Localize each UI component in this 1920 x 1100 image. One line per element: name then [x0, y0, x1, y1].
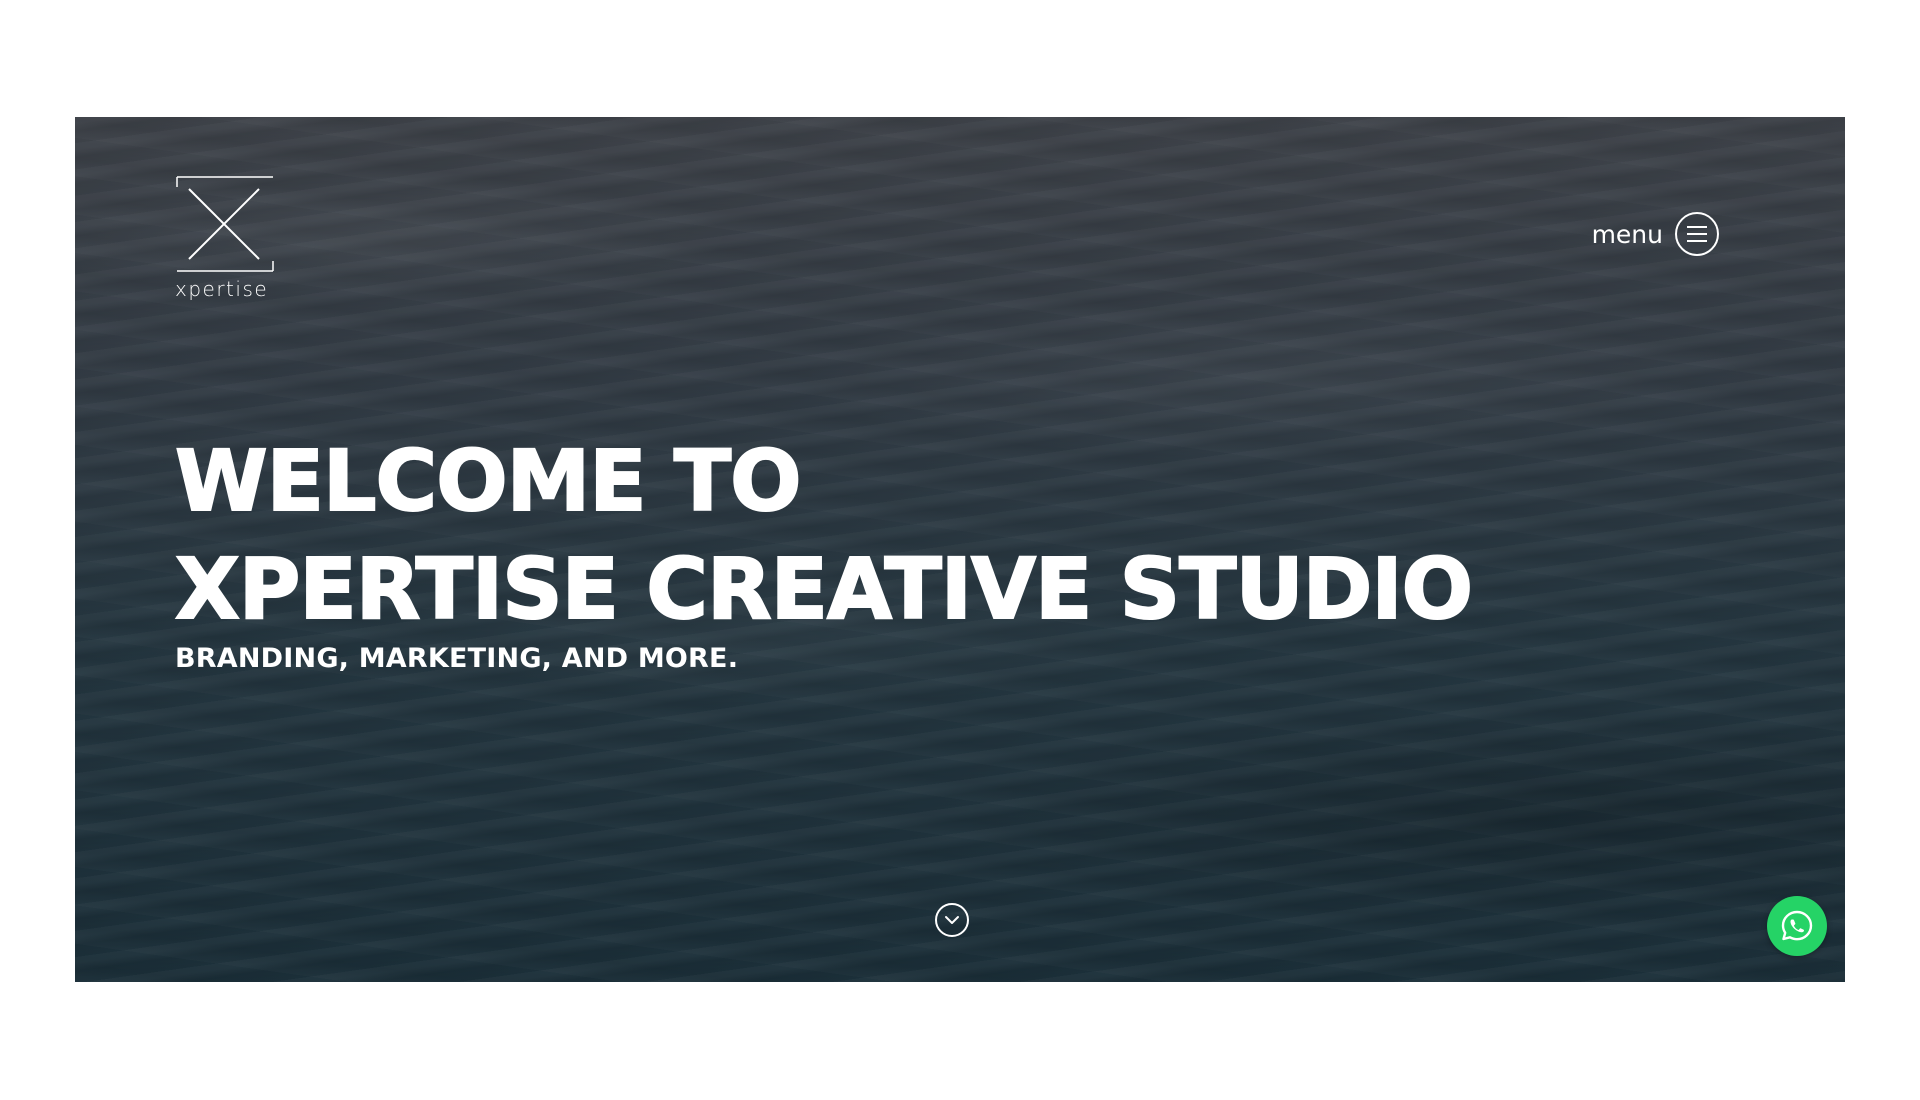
headline-line-1: WELCOME TO [174, 431, 803, 531]
whatsapp-button[interactable] [1767, 896, 1827, 956]
chevron-down-circle-icon [945, 916, 959, 924]
headline-line-2: XPERTISE CREATIVE STUDIO [174, 539, 1474, 639]
hamburger-circle-icon [1675, 212, 1719, 256]
menu-label: menu [1591, 219, 1663, 249]
brand-logo[interactable]: xpertise [175, 175, 275, 301]
brand-name: xpertise [175, 277, 269, 301]
menu-button[interactable]: menu [1592, 212, 1719, 256]
hero-headline: WELCOME TO XPERTISE CREATIVE STUDIO [174, 427, 1474, 643]
hero-section: xpertise menu WELCOME TO XPERTISE CREATI… [75, 117, 1845, 982]
hero-subheadline: BRANDING, MARKETING, AND MORE. [175, 643, 739, 674]
scroll-down-button[interactable] [935, 903, 969, 937]
x-logo-icon [176, 176, 274, 272]
page: xpertise menu WELCOME TO XPERTISE CREATI… [0, 0, 1920, 1100]
whatsapp-icon [1781, 910, 1813, 941]
